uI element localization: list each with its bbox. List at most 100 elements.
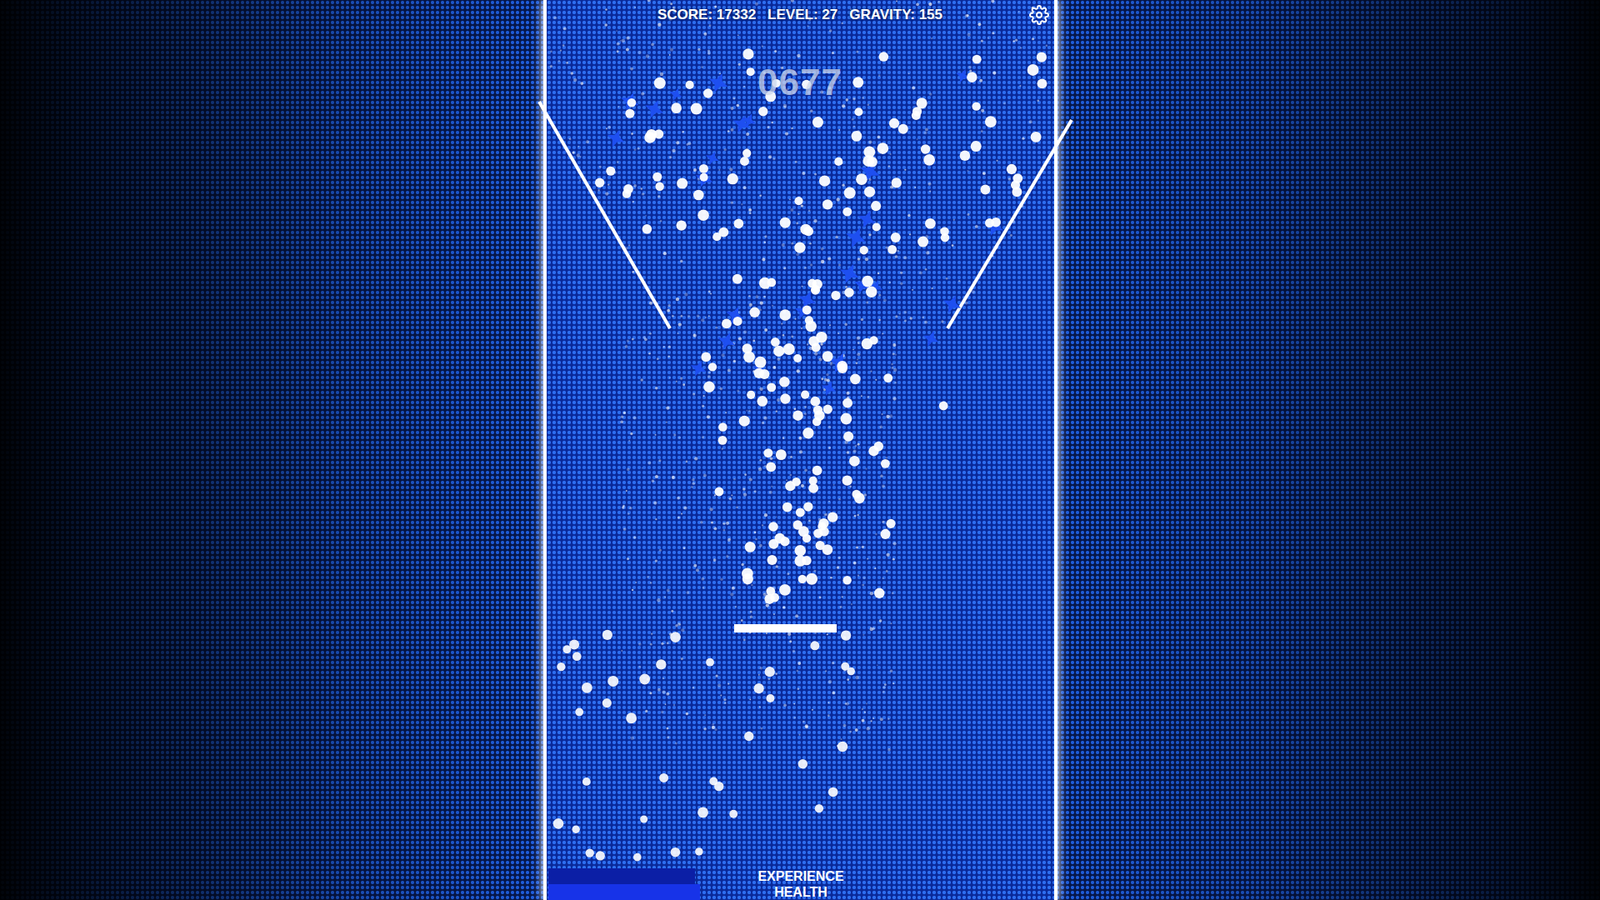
particle: [974, 225, 978, 229]
particle: [980, 109, 985, 113]
settings-button[interactable]: [1029, 5, 1050, 25]
ball: [868, 445, 879, 456]
ball: [814, 804, 823, 813]
particle: [669, 48, 673, 52]
particle: [701, 405, 705, 408]
particle: [854, 728, 858, 732]
ball: [870, 200, 881, 211]
particle: [798, 734, 800, 736]
particle: [759, 705, 761, 708]
particle: [855, 361, 858, 365]
ball: [836, 741, 847, 752]
particle: [667, 355, 670, 358]
particle: [654, 434, 656, 436]
particle: [813, 570, 816, 573]
particle: [807, 210, 810, 212]
particle: [780, 243, 785, 247]
particle: [580, 81, 584, 85]
particle: [849, 485, 851, 487]
particle: [680, 657, 683, 660]
ball: [698, 164, 708, 174]
hud-stat: LEVEL: 27: [767, 6, 838, 24]
particle: [889, 669, 892, 672]
particle: [979, 79, 983, 83]
ball: [818, 175, 830, 186]
stats-row: SCORE: 17332LEVEL: 27GRAVITY: 155: [585, 6, 1016, 24]
particle: [964, 301, 968, 305]
particle: [855, 50, 859, 54]
blue-star: [840, 266, 855, 280]
particle: [632, 535, 636, 540]
particle: [820, 342, 823, 345]
particle: [750, 584, 753, 586]
particle: [760, 727, 763, 730]
particle: [707, 315, 710, 317]
particle: [795, 614, 799, 618]
particle: [780, 322, 783, 325]
particle: [852, 561, 856, 565]
ball: [920, 144, 930, 154]
particle: [725, 411, 727, 414]
ball: [861, 275, 874, 288]
particle: [783, 704, 787, 708]
blue-star: [620, 92, 639, 110]
ball: [915, 97, 927, 109]
ball: [808, 483, 819, 494]
particle: [803, 266, 806, 270]
ball: [780, 536, 790, 546]
particle: [919, 271, 923, 275]
particle: [704, 316, 706, 319]
meter-fill: [548, 868, 695, 885]
ball: [605, 166, 615, 176]
particle: [861, 584, 865, 587]
ball: [980, 185, 990, 195]
gear-icon[interactable]: [1029, 5, 1050, 25]
particle: [810, 709, 813, 711]
particle: [620, 650, 623, 652]
playfield[interactable]: SCORE: 17332LEVEL: 27GRAVITY: 1550677EXP…: [543, 0, 1058, 900]
ball: [876, 142, 889, 155]
particle: [646, 575, 650, 579]
countdown: 0677: [546, 61, 1055, 104]
particle: [765, 632, 767, 635]
particle: [903, 255, 907, 260]
particle: [693, 564, 697, 568]
paddle[interactable]: [734, 624, 837, 633]
particle: [626, 557, 630, 560]
particle: [877, 74, 880, 77]
particle: [763, 513, 767, 517]
particle: [878, 619, 882, 623]
particle: [981, 171, 985, 175]
particle: [748, 208, 752, 212]
particle: [889, 153, 891, 155]
ball: [731, 274, 742, 285]
particle: [887, 165, 890, 168]
particle: [827, 425, 830, 429]
particle: [924, 268, 927, 271]
ball: [1030, 131, 1041, 143]
particle: [881, 485, 885, 489]
particle: [1009, 234, 1012, 237]
particle: [881, 577, 884, 580]
particle: [860, 395, 862, 397]
particle: [713, 494, 715, 496]
particle: [680, 513, 683, 515]
particle: [726, 538, 730, 542]
particle: [830, 51, 834, 55]
particle: [868, 140, 872, 145]
particle: [708, 24, 711, 27]
particle: [895, 315, 898, 318]
particle: [615, 42, 620, 46]
particle: [656, 357, 660, 360]
ball: [844, 287, 855, 298]
ball: [793, 354, 802, 363]
particle: [700, 65, 703, 68]
particle: [669, 155, 672, 159]
particle: [903, 320, 906, 323]
particle: [839, 605, 842, 609]
particle: [642, 335, 645, 339]
particle: [775, 672, 778, 675]
particle: [740, 563, 744, 566]
particle: [572, 78, 576, 82]
particle: [870, 626, 872, 629]
